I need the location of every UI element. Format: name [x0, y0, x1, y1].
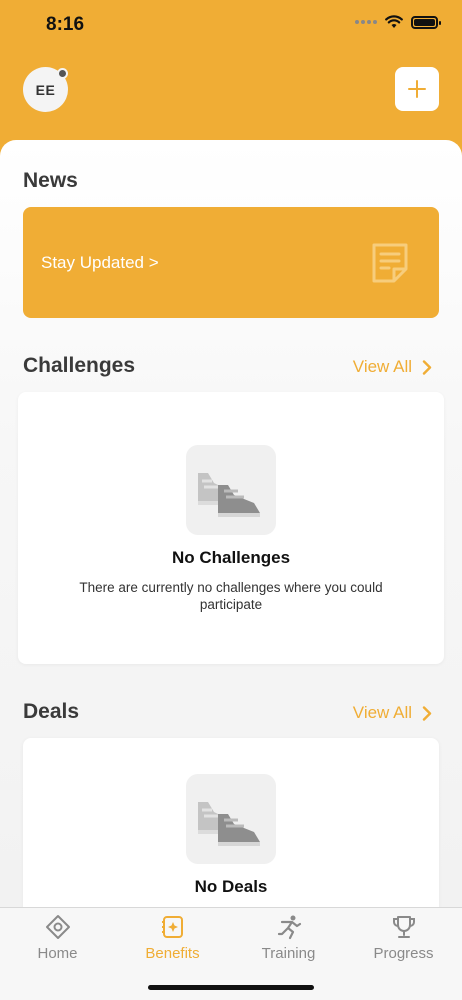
challenges-empty-description: There are currently no challenges where … [79, 580, 383, 612]
challenges-view-all-label: View All [352, 357, 412, 376]
tab-progress-label: Progress [373, 945, 434, 962]
news-card-text: Stay Updated > [41, 253, 159, 272]
chevron-right-icon [422, 705, 432, 721]
status-time: 8:16 [46, 14, 85, 35]
battery-icon [411, 15, 441, 29]
note-icon [372, 243, 408, 283]
challenges-empty-title: No Challenges [171, 548, 291, 567]
avatar[interactable]: EE [23, 67, 68, 112]
plus-icon [408, 80, 426, 98]
news-card[interactable]: Stay Updated > [23, 207, 439, 318]
news-title: News [23, 169, 78, 192]
runner-icon [277, 915, 301, 940]
challenges-view-all[interactable]: View All [353, 357, 432, 377]
signal-icon [355, 20, 377, 24]
diamond-icon [45, 915, 70, 939]
tab-progress[interactable]: Progress [346, 908, 461, 972]
benefits-icon [161, 916, 183, 938]
sneaker-icon [198, 473, 260, 517]
trophy-icon [392, 916, 415, 938]
tab-training[interactable]: Training [231, 908, 346, 972]
home-indicator [148, 985, 314, 990]
tab-benefits[interactable]: Benefits [115, 908, 230, 972]
challenges-card: No Challenges There are currently no cha… [18, 392, 444, 664]
deals-view-all[interactable]: View All [353, 703, 432, 723]
status-icons [355, 15, 441, 29]
deals-title: Deals [23, 700, 80, 723]
tab-benefits-label: Benefits [145, 945, 200, 962]
sneaker-icon [198, 802, 260, 846]
tab-home[interactable]: Home [0, 908, 115, 972]
main-content[interactable]: News Stay Updated > Challenges View All … [0, 140, 462, 907]
tab-home-label: Home [37, 945, 78, 962]
avatar-status-dot [57, 68, 68, 79]
tab-training-label: Training [261, 945, 316, 962]
sneakers-illustration [186, 774, 276, 864]
wifi-icon [385, 15, 403, 28]
deals-view-all-label: View All [352, 703, 412, 722]
add-button[interactable] [395, 67, 439, 111]
chevron-right-icon [422, 359, 432, 375]
avatar-initials: EE [35, 81, 56, 98]
challenges-title: Challenges [23, 354, 136, 377]
sneakers-illustration [186, 445, 276, 535]
deals-empty-title: No Deals [194, 877, 268, 896]
deals-card: No Deals [23, 738, 439, 907]
